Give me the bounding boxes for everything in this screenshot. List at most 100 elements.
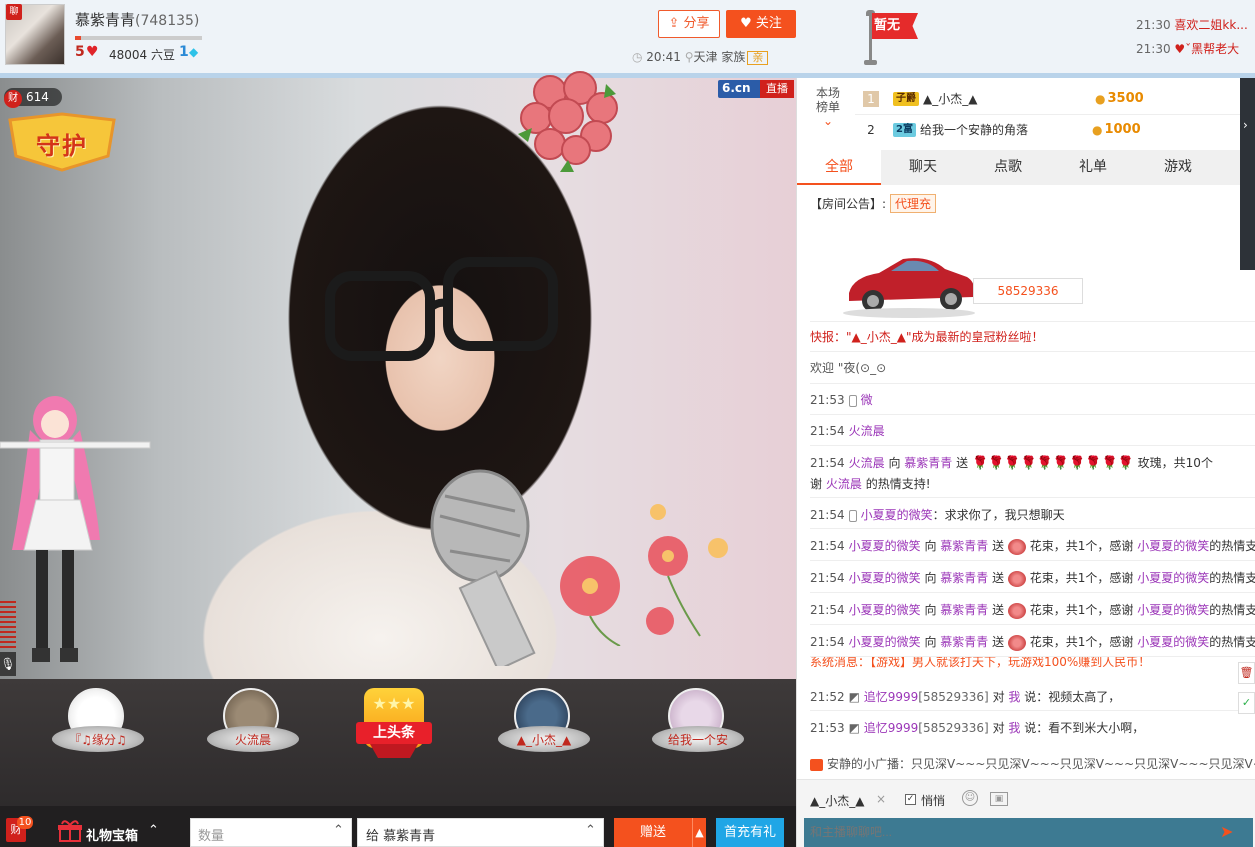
anchor-name[interactable]: 慕紫青青(748135) [75, 9, 199, 30]
gift-detail: 玫瑰，共10个 [1137, 456, 1213, 470]
rank-index: 2 [867, 122, 875, 137]
chat-user[interactable]: 追忆9999 [864, 690, 919, 704]
gift-thanks: 谢 火流晨 的热情支持! [810, 475, 1255, 492]
ranking-flag[interactable]: 暂无 [872, 13, 918, 39]
chevron-up-icon[interactable]: ⌃ [333, 823, 344, 838]
chat-user[interactable]: 小夏夏的微笑 [1137, 603, 1209, 617]
user-id: [58529336] [918, 721, 989, 735]
gift-box-icon[interactable] [58, 820, 82, 842]
gift-target[interactable]: 慕紫青青 [940, 635, 988, 649]
tab-all[interactable]: 全部 [797, 150, 881, 185]
user-icon: ◩ [848, 721, 864, 735]
tab-song[interactable]: 点歌 [966, 150, 1050, 185]
chat-divider [810, 445, 1255, 446]
chat-user[interactable]: 微 [861, 393, 873, 407]
chevron-right-icon[interactable]: › [1243, 118, 1248, 132]
chat-text: 说：视频太高了， [1024, 690, 1121, 704]
fan-rank-item[interactable]: 给我一个安 [648, 688, 748, 778]
emoji-icon[interactable]: ☺ [962, 790, 978, 806]
gift-detail: 花束，共1个，感谢 [1029, 539, 1134, 553]
recipient-prefix: 给 [366, 829, 380, 844]
volume-meter [0, 601, 16, 649]
gift-target[interactable]: 慕紫青青 [940, 571, 988, 585]
broadcast-text: 安静的小广播：只见深V~~~只见深V~~~只见深V~~~只见深V~~~只见深V~… [827, 757, 1255, 771]
gift-message: 21:54 火流晨 向 慕紫青青 送 🌹🌹🌹🌹🌹🌹🌹🌹🌹🌹 玫瑰，共10个 [810, 454, 1255, 471]
chat-user[interactable]: 火流晨 [826, 477, 862, 491]
gift-target[interactable]: 慕紫青青 [940, 603, 988, 617]
rank-board-row[interactable]: 2 2富 给我一个安静的角落 ● 1000 [855, 114, 1240, 142]
gift-verb: 向 [924, 603, 937, 617]
announcement-tag[interactable]: 代理充 [890, 194, 937, 213]
chat-log[interactable]: 【房间公告】: 代理充 58529336 快报："▲_小杰_▲"成为最新的皇冠粉丝… [797, 185, 1255, 775]
chat-user[interactable]: 小夏夏的微笑 [1137, 571, 1209, 585]
chat-message: 21:53 微 [810, 391, 1255, 408]
rank-board-row[interactable]: 1 子爵 ▲_小杰_▲ ● 3500 [855, 84, 1240, 112]
chat-divider [810, 383, 1255, 384]
send-gift-button[interactable]: 赠送 [614, 818, 692, 847]
chat-divider [810, 592, 1255, 593]
broadcast-bar[interactable]: 安静的小广播：只见深V~~~只见深V~~~只见深V~~~只见深V~~~只见深V~… [810, 755, 1255, 772]
top-message-text[interactable]: 喜欢二姐kk... [1174, 18, 1247, 32]
image-icon[interactable]: ▣ [990, 792, 1008, 806]
chat-user[interactable]: 小夏夏的微笑 [849, 539, 921, 553]
thanks-suffix: 的热情支 [1209, 571, 1255, 585]
top-message-text[interactable]: ♥ˇ黑帮老大 [1174, 42, 1239, 56]
gift-verb: 送 [956, 456, 969, 470]
chat-user[interactable]: 小夏夏的微笑 [1137, 635, 1209, 649]
wealth-badge[interactable]: 财 614 [4, 88, 62, 108]
gift-detail: 花束，共1个，感谢 [1029, 603, 1134, 617]
gift-verb: 向 [888, 456, 901, 470]
car-plate: 58529336 [973, 278, 1083, 304]
rank-user-name: ▲_小杰_▲ [923, 91, 978, 106]
gift-target[interactable]: 慕紫青青 [940, 539, 988, 553]
system-message[interactable]: 系统消息：【游戏】男人就该打天下，玩游戏100%赚到人民币！ [810, 657, 1255, 669]
share-button[interactable]: ⇪ 分享 [658, 10, 720, 38]
gift-box-label[interactable]: 礼物宝箱 [86, 825, 138, 844]
chevron-up-icon[interactable]: ⌃ [585, 823, 596, 838]
chat-input[interactable] [804, 818, 1253, 847]
fan-rank-item[interactable]: ▲_小杰_▲ [494, 688, 594, 778]
anchor-name-text[interactable]: 慕紫青青 [75, 11, 135, 29]
bouquet-icon [1007, 538, 1026, 555]
car-icon [843, 258, 975, 318]
chat-user[interactable]: 火流晨 [849, 424, 885, 438]
chat-user[interactable]: 小夏夏的微笑 [849, 635, 921, 649]
gift-target[interactable]: 慕紫青青 [904, 456, 952, 470]
check-icon[interactable]: ✓ [1238, 692, 1255, 714]
chat-user[interactable]: 火流晨 [849, 456, 885, 470]
tab-game[interactable]: 游戏 [1136, 150, 1220, 185]
mic-icon[interactable]: 🎙 [0, 652, 16, 676]
panel-collapse-handle[interactable] [1240, 78, 1255, 270]
chat-user[interactable]: 小夏夏的微笑 [849, 571, 921, 585]
thanks-suffix: 的热情支 [1209, 635, 1255, 649]
fan-rank-item[interactable]: 『♫缘分♫ [48, 688, 148, 778]
chevron-up-icon[interactable]: ▲ [692, 818, 706, 847]
chat-user[interactable]: 小夏夏的微笑 [861, 508, 933, 522]
tab-gift-list[interactable]: 礼单 [1051, 150, 1135, 185]
chat-user[interactable]: 追忆9999 [864, 721, 919, 735]
bouquet-icon [1007, 570, 1026, 587]
recipient-label: 给 慕紫青青 [366, 825, 435, 844]
whisper-checkbox[interactable]: ✓ [905, 794, 916, 805]
family-label: 家族 [721, 50, 746, 64]
chat-user[interactable]: 小夏夏的微笑 [1137, 539, 1209, 553]
trash-icon[interactable]: 🗑 [1238, 662, 1255, 684]
follow-button[interactable]: ♥ 关注 [726, 10, 796, 38]
tab-chat[interactable]: 聊天 [881, 150, 965, 185]
rank-board-title[interactable]: 本场 榜单 ⌄ [808, 86, 848, 132]
send-icon[interactable]: ➤ [1220, 822, 1233, 841]
coin-icon: ● [1095, 91, 1106, 106]
family-badge[interactable]: 亲 [747, 51, 769, 65]
anime-character-icon [0, 396, 151, 662]
chat-divider [810, 321, 1255, 322]
chat-user[interactable]: 小夏夏的微笑 [849, 603, 921, 617]
recharge-button[interactable]: 首充有礼 [716, 818, 784, 847]
chat-time: 21:53 [810, 721, 845, 735]
chat-divider [810, 560, 1255, 561]
close-icon[interactable]: × [876, 792, 886, 806]
rank-user-name: 给我一个安静的角落 [919, 122, 1028, 137]
chevron-up-icon[interactable]: ⌃ [148, 823, 159, 838]
headline-button[interactable]: ★★★ 上头条 [356, 688, 432, 766]
fan-rank-item[interactable]: 火流晨 [203, 688, 303, 778]
chat-target-user[interactable]: ▲_小杰_▲ [810, 792, 864, 809]
